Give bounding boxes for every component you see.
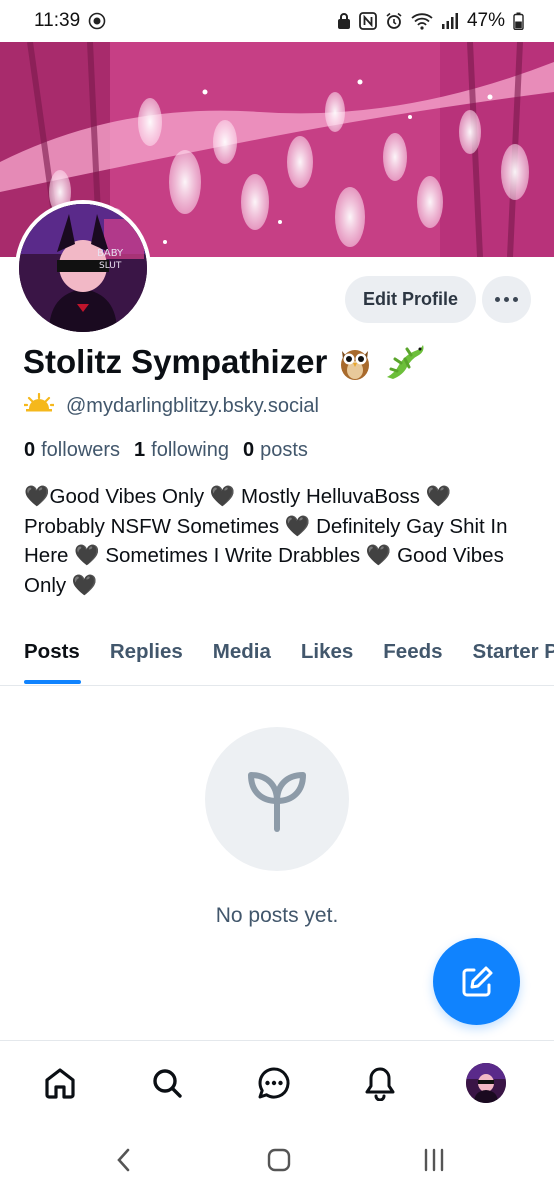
dot-icon: [504, 297, 509, 302]
nfc-icon: [359, 12, 377, 30]
profile-stats: 0 followers 1 following 0 posts: [24, 439, 308, 462]
search-icon: [153, 1069, 182, 1098]
lock-icon: [337, 12, 351, 30]
home-square-icon: [267, 1148, 291, 1172]
nav-profile[interactable]: [464, 1061, 508, 1105]
more-options-button[interactable]: [482, 276, 531, 323]
compose-icon: [462, 966, 492, 996]
tab-posts[interactable]: Posts: [24, 630, 80, 685]
svg-text:SLUT: SLUT: [99, 261, 122, 271]
back-chevron-icon: [117, 1148, 130, 1172]
edit-profile-button[interactable]: Edit Profile: [345, 276, 476, 323]
owl-emoji-icon: [337, 343, 373, 381]
active-tab-indicator: [24, 680, 81, 684]
recents-icon: [424, 1148, 444, 1172]
tab-feeds[interactable]: Feeds: [383, 630, 442, 685]
status-bar: 11:39 47%: [0, 0, 554, 42]
notification-icon: [88, 12, 106, 30]
dot-icon: [513, 297, 518, 302]
followers-stat[interactable]: 0 followers: [24, 439, 120, 462]
home-icon: [45, 1068, 75, 1099]
handle-row: @mydarlingblitzy.bsky.social: [22, 392, 319, 419]
sprout-icon: [248, 772, 306, 832]
system-home-button[interactable]: [265, 1146, 293, 1174]
alarm-icon: [385, 12, 403, 30]
profile-avatar-small: [466, 1063, 506, 1103]
handle[interactable]: @mydarlingblitzy.bsky.social: [66, 395, 319, 418]
empty-state-text: No posts yet.: [215, 904, 339, 927]
chat-icon: [258, 1067, 290, 1099]
nav-notifications[interactable]: [358, 1061, 402, 1105]
battery-percent: 47%: [466, 10, 505, 31]
profile-tabs: Posts Replies Media Likes Feeds Starter …: [0, 630, 554, 686]
posts-stat: 0 posts: [243, 439, 308, 461]
empty-state-circle: [205, 727, 349, 871]
avatar-text: BABY: [97, 248, 124, 259]
system-recents-button[interactable]: [420, 1146, 448, 1174]
battery-icon: [513, 12, 524, 30]
nav-search[interactable]: [145, 1061, 189, 1105]
tab-starter-packs[interactable]: Starter Packs: [473, 630, 554, 685]
nav-chat[interactable]: [252, 1061, 296, 1105]
dot-icon: [495, 297, 500, 302]
tab-likes[interactable]: Likes: [301, 630, 353, 685]
profile-avatar[interactable]: BABY SLUT: [15, 200, 151, 336]
profile-bio: 🖤Good Vibes Only 🖤 Mostly HelluvaBoss 🖤 …: [24, 485, 508, 597]
system-back-button[interactable]: [112, 1146, 136, 1174]
following-stat[interactable]: 1 following: [134, 439, 229, 462]
display-name: Stolitz Sympathizer: [23, 343, 328, 380]
sun-icon: [22, 392, 56, 419]
status-time: 11:39: [34, 10, 81, 31]
wifi-icon: [411, 12, 433, 30]
display-name-row: Stolitz Sympathizer: [23, 343, 427, 381]
compose-button[interactable]: [433, 938, 520, 1025]
tab-replies[interactable]: Replies: [110, 630, 183, 685]
nav-home[interactable]: [38, 1061, 82, 1105]
signal-icon: [441, 12, 459, 30]
bottom-navigation: [0, 1040, 554, 1122]
bell-icon: [365, 1067, 395, 1101]
lizard-emoji-icon: [383, 343, 427, 381]
system-navigation-bar: [0, 1122, 554, 1200]
tab-media[interactable]: Media: [213, 630, 271, 685]
